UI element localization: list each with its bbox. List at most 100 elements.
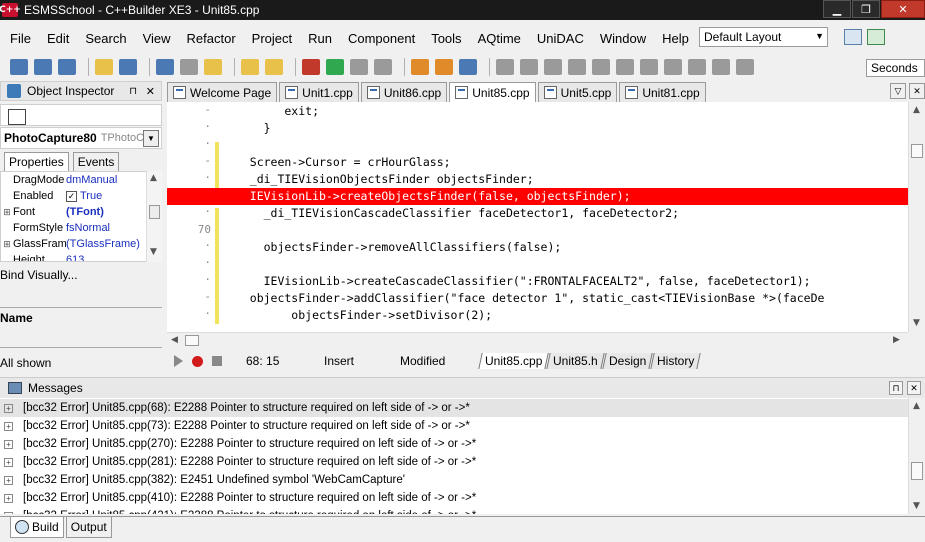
tab-design[interactable]: Design xyxy=(602,353,654,369)
code-line[interactable]: _di_TIEVisionCascadeClassifier faceDetec… xyxy=(167,205,908,222)
tab-build[interactable]: Build xyxy=(10,517,64,538)
scrollbar-thumb[interactable] xyxy=(185,335,199,346)
remove-from-project-icon[interactable] xyxy=(265,59,283,75)
save-icon[interactable] xyxy=(156,59,174,75)
expand-icon[interactable]: + xyxy=(4,421,13,431)
save-desktop-icon[interactable] xyxy=(844,29,862,45)
code-line[interactable] xyxy=(167,256,908,273)
align-right-icon[interactable] xyxy=(544,59,562,75)
menu-project[interactable]: Project xyxy=(252,31,292,46)
open-folder-icon[interactable] xyxy=(204,59,222,75)
layout-dropdown[interactable]: Default Layout ▼ xyxy=(699,27,828,47)
code-line[interactable]: objectsFinder->setDivisor(2); xyxy=(167,307,908,324)
new-icon[interactable] xyxy=(10,59,28,75)
tab-events[interactable]: Events xyxy=(72,152,120,171)
seconds-field[interactable]: Seconds xyxy=(866,59,925,77)
code-line[interactable]: _di_TIEVisionObjectsFinder objectsFinder… xyxy=(167,171,908,188)
trace-into-icon[interactable] xyxy=(411,59,429,75)
message-row[interactable]: + [bcc32 Error] Unit85.cpp(382): E2451 Un… xyxy=(0,471,908,489)
scroll-left-icon[interactable]: ◀ xyxy=(171,335,178,345)
scrollbar-thumb[interactable] xyxy=(911,462,923,480)
property-value[interactable]: 613 xyxy=(66,254,146,261)
run-without-debug-icon[interactable] xyxy=(302,59,320,75)
editor-horizontal-scrollbar[interactable]: ◀ ▶ xyxy=(167,332,908,348)
editor-vertical-scrollbar[interactable]: ▲ ▼ xyxy=(908,102,925,332)
property-row[interactable]: Enabled ✓ True xyxy=(1,188,161,204)
expand-icon[interactable]: + xyxy=(4,403,13,413)
tab-properties[interactable]: Properties xyxy=(4,152,69,171)
open-icon[interactable] xyxy=(34,59,52,75)
expand-icon[interactable]: ⊞ xyxy=(1,207,13,218)
expand-icon[interactable]: + xyxy=(4,475,13,485)
play-macro-icon[interactable] xyxy=(174,355,183,367)
minimize-button[interactable]: ▁ xyxy=(823,0,851,18)
message-row[interactable]: + [bcc32 Error] Unit85.cpp(421): E2288 Po… xyxy=(0,507,908,514)
back-arrow-icon[interactable] xyxy=(736,59,754,75)
tab-unit1[interactable]: Unit1.cpp xyxy=(279,82,359,102)
grid-icon[interactable] xyxy=(664,59,682,75)
message-row[interactable]: + [bcc32 Error] Unit85.cpp(410): E2288 Po… xyxy=(0,489,908,507)
scroll-up-icon[interactable]: ▲ xyxy=(150,173,157,183)
code-line[interactable]: objectsFinder->addClassifier("face detec… xyxy=(167,290,908,307)
scroll-down-icon[interactable]: ▼ xyxy=(913,501,920,511)
message-row[interactable]: + [bcc32 Error] Unit85.cpp(68): E2288 Poi… xyxy=(0,399,908,417)
tab-unit81[interactable]: Unit81.cpp xyxy=(619,82,706,102)
error-code-line[interactable]: IEVisionLib->createObjectsFinder(false, … xyxy=(167,188,908,205)
tab-welcome-page[interactable]: Welcome Page xyxy=(167,82,278,102)
expand-icon[interactable]: ⊞ xyxy=(1,239,13,250)
message-row[interactable]: + [bcc32 Error] Unit85.cpp(73): E2288 Poi… xyxy=(0,417,908,435)
property-value[interactable]: fsNormal xyxy=(66,222,146,234)
close-icon[interactable]: ✕ xyxy=(907,381,921,395)
menu-unidac[interactable]: UniDAC xyxy=(537,31,584,46)
menu-file[interactable]: File xyxy=(10,31,31,46)
code-line[interactable]: Screen->Cursor = crHourGlass; xyxy=(167,154,908,171)
property-grid-scrollbar[interactable]: ▲ ▼ xyxy=(146,171,162,262)
tab-unit5[interactable]: Unit5.cpp xyxy=(537,82,618,102)
run-to-cursor-icon[interactable] xyxy=(459,59,477,75)
menu-window[interactable]: Window xyxy=(600,31,646,46)
code-editor[interactable]: - · · - · 68 · 70 · · · - · exit; } Scre… xyxy=(167,102,908,332)
expand-icon[interactable]: + xyxy=(4,439,13,449)
close-icon[interactable]: ✕ xyxy=(909,83,925,99)
property-row[interactable]: FormStyle fsNormal xyxy=(1,220,161,236)
tab-unit85-h[interactable]: Unit85.h xyxy=(546,353,605,369)
structure-view-icon[interactable] xyxy=(8,109,26,125)
menu-edit[interactable]: Edit xyxy=(47,31,69,46)
code-line[interactable]: exit; xyxy=(167,103,908,120)
tab-unit85[interactable]: Unit85.cpp xyxy=(449,82,536,102)
maximize-button[interactable]: ❐ xyxy=(852,0,880,18)
code-line[interactable]: } xyxy=(167,120,908,137)
menu-help[interactable]: Help xyxy=(662,31,689,46)
space-equally-icon[interactable] xyxy=(640,59,658,75)
chevron-down-icon[interactable]: ▼ xyxy=(143,130,159,147)
scroll-down-icon[interactable]: ▼ xyxy=(913,318,920,328)
property-row[interactable]: ⊞ GlassFram (TGlassFrame) xyxy=(1,236,161,252)
pin-icon[interactable]: ⊓ xyxy=(889,381,903,395)
close-button[interactable]: ✕ xyxy=(881,0,925,18)
set-debug-desktop-icon[interactable] xyxy=(867,29,885,45)
pause-icon[interactable] xyxy=(350,59,368,75)
message-row[interactable]: + [bcc32 Error] Unit85.cpp(281): E2288 Po… xyxy=(0,453,908,471)
close-icon[interactable]: ✕ xyxy=(146,85,155,98)
chevron-down-icon[interactable]: ▽ xyxy=(890,83,906,99)
property-row[interactable]: DragMode dmManual xyxy=(1,172,161,188)
bring-to-front-icon[interactable] xyxy=(688,59,706,75)
tab-unit85-cpp[interactable]: Unit85.cpp xyxy=(478,353,550,369)
scroll-up-icon[interactable]: ▲ xyxy=(913,401,920,411)
checkbox-checked-icon[interactable]: ✓ xyxy=(66,191,77,202)
message-row[interactable]: + [bcc32 Error] Unit85.cpp(270): E2288 Po… xyxy=(0,435,908,453)
pin-icon[interactable]: ⊓ xyxy=(129,86,137,97)
menu-refactor[interactable]: Refactor xyxy=(187,31,236,46)
expand-icon[interactable]: + xyxy=(4,511,13,514)
property-value[interactable]: (TFont) xyxy=(66,206,146,218)
align-bottom-icon[interactable] xyxy=(616,59,634,75)
menu-tools[interactable]: Tools xyxy=(431,31,461,46)
tab-unit86[interactable]: Unit86.cpp xyxy=(360,82,448,102)
scroll-right-icon[interactable]: ▶ xyxy=(893,335,900,345)
tab-history[interactable]: History xyxy=(650,353,702,369)
property-row[interactable]: Height 613 xyxy=(1,252,161,261)
component-selector[interactable]: PhotoCapture80 TPhotoCapture ▼ xyxy=(0,127,162,149)
code-line[interactable] xyxy=(167,222,908,239)
property-row[interactable]: ⊞ Font (TFont) xyxy=(1,204,161,220)
menu-component[interactable]: Component xyxy=(348,31,415,46)
